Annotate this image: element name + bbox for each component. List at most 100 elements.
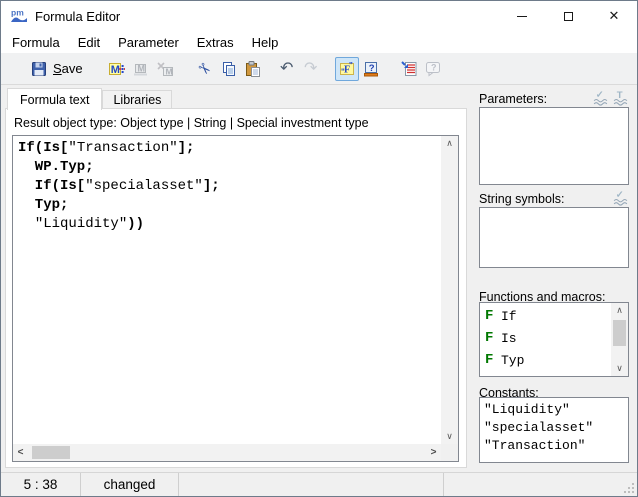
help-bubble-icon: ?	[425, 61, 441, 77]
function-list-item[interactable]: F Wp	[480, 371, 611, 376]
string-symbols-label: String symbols:	[479, 192, 564, 206]
insert-function-quote-toggle[interactable]: F " "	[335, 57, 359, 81]
delete-macro-button-disabled: M	[153, 57, 177, 81]
svg-text:M: M	[110, 64, 119, 76]
formula-text-tabpage: Result object type: Object type | String…	[5, 108, 467, 468]
functions-header: Functions and macros:	[479, 284, 629, 304]
status-bar: 5 : 38 changed	[1, 472, 637, 496]
undo-icon: ↶	[280, 61, 293, 77]
formula-text-content[interactable]: If(Is["Transaction"]; WP.Typ; If(Is["spe…	[13, 136, 441, 444]
parameters-listbox[interactable]	[479, 107, 629, 185]
string-symbols-listbox[interactable]	[479, 207, 629, 268]
insert-string-symbol-icon-disabled: ✓	[612, 189, 629, 206]
status-empty-segment	[179, 473, 444, 496]
minimize-button[interactable]	[499, 1, 545, 31]
editor-vertical-scrollbar[interactable]: ∧ ∨	[441, 136, 458, 444]
constants-listbox[interactable]: "Liquidity" "specialasset" "Transaction"	[479, 397, 629, 463]
scroll-up-icon[interactable]: ∧	[611, 303, 628, 318]
paste-icon	[245, 61, 261, 77]
close-button[interactable]: ✕	[591, 1, 637, 31]
function-name: Typ	[501, 353, 524, 368]
scroll-right-icon[interactable]: >	[426, 444, 441, 461]
functions-scrollbar[interactable]: ∧ ∨	[611, 303, 628, 376]
svg-text:✓: ✓	[596, 90, 604, 101]
function-list-item[interactable]: F Is	[480, 327, 611, 349]
maximize-button[interactable]	[545, 1, 591, 31]
tab-formula-text[interactable]: Formula text	[7, 88, 102, 110]
main-area: Formula text Libraries Result object typ…	[1, 85, 637, 472]
functions-listbox[interactable]: F If F Is F Typ F Wp	[479, 302, 629, 377]
result-object-type-text: Result object type: Object type | String…	[14, 116, 369, 130]
function-f-icon: F	[485, 374, 501, 376]
string-symbols-header: String symbols: ✓	[479, 186, 629, 206]
window-title: Formula Editor	[35, 9, 120, 24]
save-macro-button-disabled: M	[129, 57, 153, 81]
svg-text:pm: pm	[11, 8, 24, 18]
cursor-position-status: 5 : 38	[1, 473, 81, 496]
save-macro-icon: M	[133, 61, 149, 77]
menu-help[interactable]: Help	[243, 33, 288, 52]
formula-check-button[interactable]	[397, 57, 421, 81]
insert-parameter-icon-disabled: ✓	[592, 89, 609, 106]
editor-horizontal-scrollbar[interactable]: < >	[13, 444, 441, 461]
document-state-status: changed	[81, 473, 179, 496]
add-macro-icon: M	[109, 61, 125, 77]
menu-edit[interactable]: Edit	[69, 33, 109, 52]
maximize-icon	[564, 12, 573, 21]
function-quote-icon: F " "	[339, 61, 355, 77]
function-list-item[interactable]: F Typ	[480, 349, 611, 371]
formula-list-icon	[401, 61, 417, 77]
help-button-disabled: ?	[421, 57, 445, 81]
cut-button[interactable]: ✂	[193, 57, 217, 81]
menu-formula[interactable]: Formula	[3, 33, 69, 52]
redo-icon: ↷	[304, 61, 317, 77]
titlebar: pm Formula Editor ✕	[1, 1, 637, 31]
scroll-down-icon[interactable]: ∨	[441, 429, 458, 444]
svg-text:": "	[349, 61, 353, 70]
functions-scroll-thumb[interactable]	[613, 320, 626, 346]
add-macro-button[interactable]: M	[105, 57, 129, 81]
formula-editor-box: If(Is["Transaction"]; WP.Typ; If(Is["spe…	[12, 135, 459, 462]
function-name: If	[501, 309, 517, 324]
svg-text:M: M	[165, 66, 172, 76]
scroll-down-icon[interactable]: ∨	[611, 361, 628, 376]
function-name: Is	[501, 331, 517, 346]
tab-bar: Formula text Libraries	[7, 87, 172, 109]
function-f-icon: F	[485, 352, 501, 368]
scroll-left-icon[interactable]: <	[13, 444, 28, 461]
menu-bar: Formula Edit Parameter Extras Help	[1, 31, 637, 53]
horizontal-scroll-thumb[interactable]	[32, 446, 70, 459]
save-button-label: Save	[53, 61, 83, 76]
scrollbar-corner	[441, 444, 458, 461]
delete-macro-icon: M	[157, 61, 173, 77]
parameters-label: Parameters:	[479, 92, 547, 106]
svg-text:?: ?	[431, 62, 437, 72]
constant-list-item[interactable]: "Liquidity"	[484, 401, 624, 419]
function-f-icon: F	[485, 308, 501, 324]
svg-text:✓: ✓	[616, 190, 624, 201]
function-list-item[interactable]: F If	[480, 305, 611, 327]
right-panel: Parameters: ✓ T String symbols:	[478, 85, 631, 472]
copy-button[interactable]	[217, 57, 241, 81]
menu-extras[interactable]: Extras	[188, 33, 243, 52]
parameters-header: Parameters: ✓ T	[479, 86, 629, 106]
resize-grip[interactable]	[632, 491, 634, 493]
formula-editor-window: pm Formula Editor ✕ Formula Edit Paramet…	[0, 0, 638, 497]
function-name: Wp	[501, 375, 517, 377]
tab-libraries[interactable]: Libraries	[102, 90, 172, 109]
copy-icon	[221, 61, 237, 77]
menu-parameter[interactable]: Parameter	[109, 33, 188, 52]
svg-text:M: M	[137, 63, 145, 73]
svg-text:?: ?	[368, 62, 374, 73]
minimize-icon	[517, 16, 527, 17]
constant-list-item[interactable]: "Transaction"	[484, 437, 624, 455]
insert-parameter-text-icon-disabled: T	[612, 89, 629, 106]
paste-button[interactable]	[241, 57, 265, 81]
save-button[interactable]: Save	[27, 59, 87, 79]
undo-button[interactable]: ↶	[275, 57, 299, 81]
constant-list-item[interactable]: "specialasset"	[484, 419, 624, 437]
function-f-icon: F	[485, 330, 501, 346]
toolbar: Save M M M	[1, 53, 637, 85]
scroll-up-icon[interactable]: ∧	[441, 136, 458, 151]
context-help-button[interactable]: ?	[359, 57, 383, 81]
